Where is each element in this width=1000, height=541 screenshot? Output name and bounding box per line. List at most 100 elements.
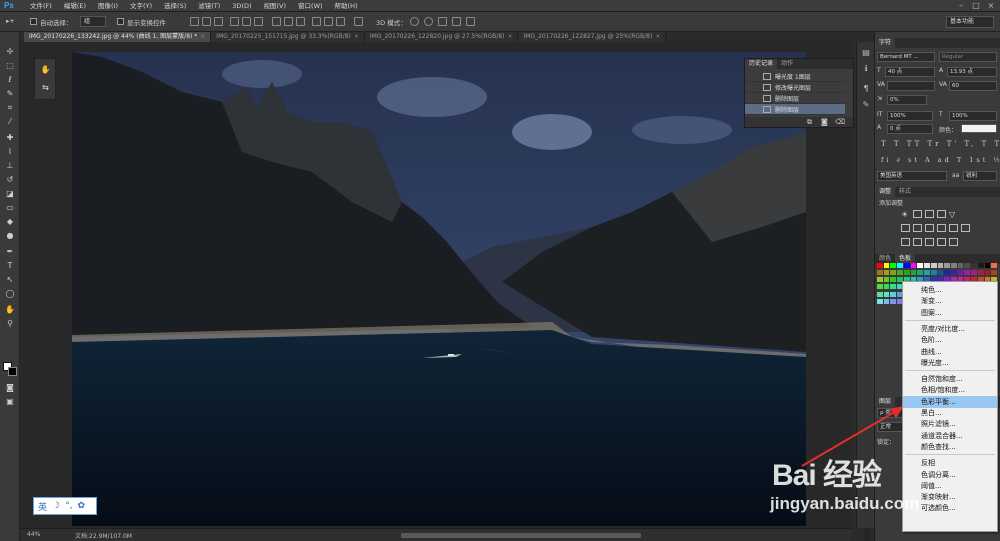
color-swatch[interactable] (971, 270, 977, 276)
pen-tool-icon[interactable]: ✒ (3, 246, 17, 257)
healing-brush-tool-icon[interactable]: ✚ (3, 132, 17, 143)
color-swatch[interactable] (903, 270, 910, 276)
color-swatch[interactable] (957, 263, 964, 268)
antialias-dropdown[interactable]: 锐利 (963, 171, 997, 181)
menu-item-adjustment[interactable]: 色彩平衡... (903, 395, 997, 408)
color-swatch[interactable] (877, 270, 883, 276)
align-top-icon[interactable] (190, 17, 199, 26)
color-swatch[interactable] (984, 270, 991, 276)
menu-item-adjustment[interactable]: 色阶... (903, 334, 997, 346)
history-brush-tool-icon[interactable]: ↺ (3, 174, 17, 185)
color-swatch[interactable] (930, 263, 937, 268)
horizontal-scroll-thumb[interactable] (401, 533, 641, 538)
eraser-tool-icon[interactable]: ◪ (3, 188, 17, 199)
trash-icon[interactable]: ⌫ (835, 118, 845, 126)
menu-item-adjustment[interactable]: 纯色... (903, 284, 997, 296)
menu-item-adjustment[interactable]: 渐变... (903, 295, 997, 307)
menu-item[interactable]: 视图(V) (258, 0, 293, 12)
leading-field[interactable]: 13.93 点 (947, 67, 997, 77)
menu-item[interactable]: 3D(D) (226, 0, 257, 12)
color-swatch[interactable] (890, 277, 897, 283)
font-family-dropdown[interactable]: Bernard MT ... (877, 52, 935, 62)
align-vcenter-icon[interactable] (202, 17, 211, 26)
quick-select-tool-icon[interactable]: ✎ (3, 88, 17, 99)
snapshot-icon[interactable]: ◙ (821, 118, 828, 126)
opentype-buttons[interactable]: fi ∂ st A ad T 1st ½ (881, 156, 1000, 164)
gradient-tool-icon[interactable]: ▭ (3, 202, 17, 213)
dodge-tool-icon[interactable]: ● (3, 230, 17, 241)
ime-toolbar[interactable]: 英 ☽ °, ✿ (33, 497, 97, 515)
color-swatch[interactable] (877, 291, 883, 297)
menu-item-adjustment[interactable]: 曝光度... (903, 357, 997, 369)
tab-close-icon[interactable]: × (655, 33, 660, 40)
menu-item-adjustment[interactable]: 色相/饱和度... (903, 384, 997, 396)
auto-select-dropdown[interactable]: 组 (80, 16, 106, 27)
color-swatch[interactable] (964, 270, 971, 276)
vibrance-adjust-icon[interactable]: ▽ (949, 210, 958, 219)
levels-adjust-icon[interactable] (913, 210, 922, 218)
distribute-vcenter-icon[interactable] (284, 17, 293, 26)
posterize-adjust-icon[interactable] (913, 238, 922, 246)
history-row[interactable]: 删除图层 (745, 93, 845, 104)
vertical-scale-field[interactable]: 100% (887, 111, 933, 121)
history-row[interactable]: 修改曝光图层 (745, 82, 845, 93)
menu-item-adjustment[interactable]: 通道混合器... (903, 430, 997, 442)
color-swatch[interactable] (924, 270, 930, 276)
menu-item[interactable]: 文件(F) (24, 0, 58, 12)
color-swatch[interactable] (950, 270, 957, 276)
hand-icon[interactable]: ✋ (40, 65, 51, 75)
curves-adjust-icon[interactable] (925, 210, 934, 218)
gradient-map-adjust-icon[interactable] (937, 238, 946, 246)
tab-history-0[interactable]: 历史记录 (745, 59, 778, 69)
history-row[interactable]: 删除图层 (745, 104, 845, 115)
color-swatch[interactable] (897, 263, 903, 268)
tab-history-1[interactable]: 动作 (777, 59, 797, 69)
color-swatch[interactable] (877, 298, 883, 304)
auto-align-icon[interactable] (354, 17, 363, 26)
3d-slide-icon[interactable] (452, 17, 461, 26)
crop-tool-icon[interactable]: ⌗ (3, 102, 17, 113)
menu-item[interactable]: 编辑(E) (58, 0, 92, 12)
tracking-field[interactable]: 60 (949, 81, 997, 91)
distribute-bottom-icon[interactable] (296, 17, 305, 26)
menu-item[interactable]: 窗口(W) (292, 0, 329, 12)
zoom-level[interactable]: 44% (27, 531, 40, 538)
color-swatch[interactable] (917, 263, 924, 268)
horizontal-scale-field[interactable]: 100% (949, 111, 997, 121)
color-swatch[interactable] (964, 263, 971, 268)
invert-adjust-icon[interactable] (901, 238, 910, 246)
document-size[interactable]: 文档:22.9M/107.0M (75, 531, 132, 540)
distribute-left-icon[interactable] (312, 17, 321, 26)
bw-adjust-icon[interactable] (925, 224, 934, 232)
color-swatch[interactable] (944, 270, 950, 276)
history-row[interactable]: 曝光度 1图层 (745, 71, 845, 82)
color-swatch[interactable] (883, 284, 890, 290)
quick-mask-icon[interactable]: ◙ (3, 382, 17, 393)
color-swatch[interactable] (883, 277, 890, 283)
selective-color-adjust-icon[interactable] (949, 238, 958, 246)
tab-close-icon[interactable]: × (200, 33, 205, 40)
distribute-right-icon[interactable] (336, 17, 345, 26)
color-swatch[interactable] (883, 291, 890, 297)
align-left-icon[interactable] (230, 17, 239, 26)
color-swatch[interactable] (890, 263, 897, 268)
menu-item-adjustment[interactable]: 照片滤镜... (903, 418, 997, 430)
color-swatch[interactable] (930, 270, 937, 276)
hue-sat-adjust-icon[interactable] (901, 224, 910, 232)
menu-item[interactable]: 滤镜(T) (192, 0, 226, 12)
color-swatch[interactable] (971, 263, 977, 268)
language-dropdown[interactable]: 美国英语 (877, 171, 947, 181)
color-swatch[interactable] (977, 263, 984, 268)
workspace-dropdown[interactable]: 基本功能 (946, 16, 994, 28)
font-size-field[interactable]: 40 点 (885, 67, 935, 77)
color-swatch[interactable] (950, 263, 957, 268)
distribute-hcenter-icon[interactable] (324, 17, 333, 26)
color-swatch[interactable] (957, 270, 964, 276)
baseline-shift-field[interactable]: 0 点 (887, 124, 933, 134)
color-swatch[interactable] (917, 270, 924, 276)
3d-rotate-icon[interactable] (410, 17, 419, 26)
color-balance-adjust-icon[interactable] (913, 224, 922, 232)
color-swatch[interactable] (924, 263, 930, 268)
tab-close-icon[interactable]: × (354, 33, 359, 40)
color-swatch[interactable] (910, 263, 917, 268)
